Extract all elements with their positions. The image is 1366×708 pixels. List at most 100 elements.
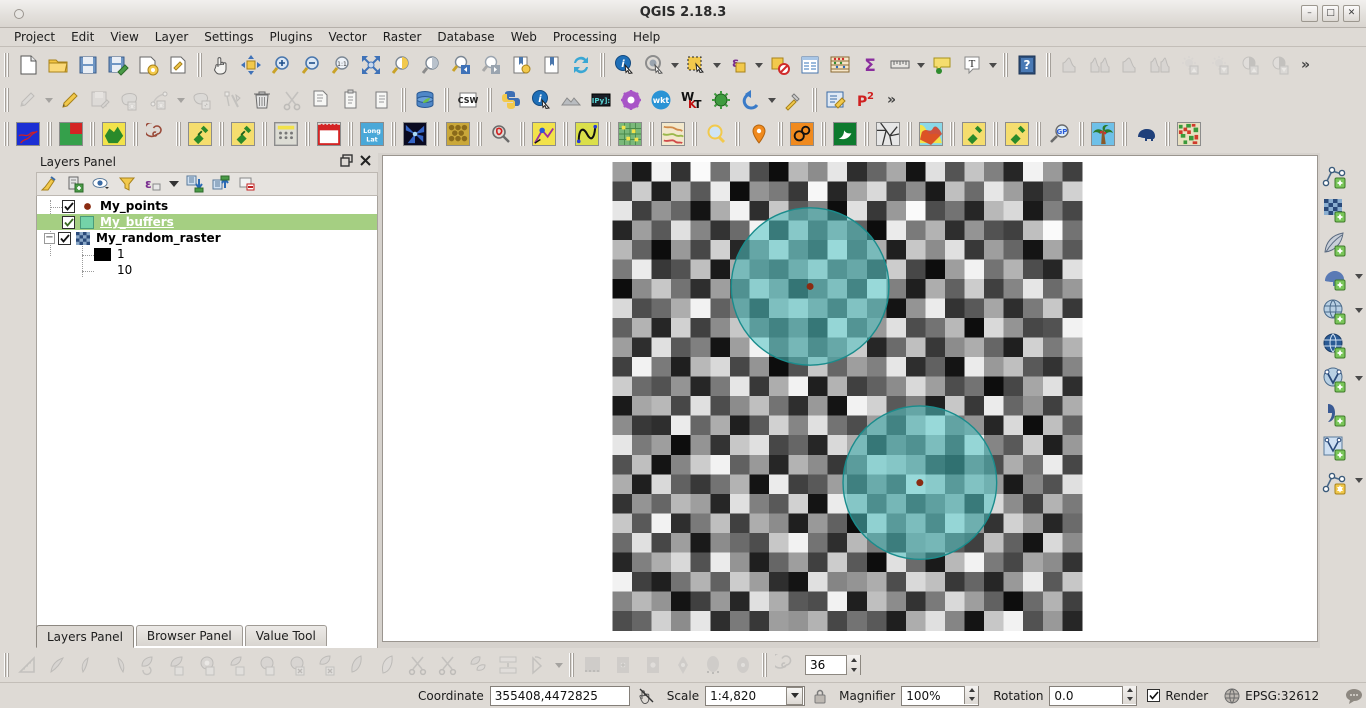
zoom-native-icon[interactable]: 1:1 — [326, 51, 356, 79]
crack-plugin-icon[interactable] — [873, 120, 903, 148]
add-delimited-text-layer-icon[interactable] — [1320, 397, 1366, 431]
open-attribute-table-icon[interactable] — [795, 51, 825, 79]
magnifier-plugin-icon[interactable] — [701, 120, 731, 148]
identify-features-icon[interactable]: i — [609, 51, 639, 79]
layer-row-my-points[interactable]: My_points — [37, 198, 377, 214]
toolbar-grip[interactable] — [304, 122, 311, 146]
spinner-up-icon[interactable] — [1123, 686, 1136, 695]
calculator-plugin-icon[interactable] — [271, 120, 301, 148]
menu-database[interactable]: Database — [429, 29, 502, 45]
toolbar-grip[interactable] — [486, 88, 493, 112]
toolbar-grip[interactable] — [519, 122, 526, 146]
toolbar-grip[interactable] — [3, 88, 10, 112]
zoom-last-icon[interactable] — [446, 51, 476, 79]
rotation-field[interactable]: 0.0 — [1049, 685, 1138, 706]
spinner-up-icon[interactable] — [847, 655, 860, 665]
map-canvas-container[interactable] — [382, 155, 1318, 642]
python-console-icon[interactable] — [496, 86, 526, 114]
new-raster-layer-icon[interactable] — [1320, 193, 1366, 227]
tab-layers-panel[interactable]: Layers Panel — [36, 625, 134, 648]
menu-web[interactable]: Web — [503, 29, 545, 45]
toolbar-grip[interactable] — [562, 122, 569, 146]
add-vector-layer-icon[interactable] — [1320, 363, 1366, 397]
spinner-up-icon[interactable] — [965, 686, 978, 695]
show-bookmarks-icon[interactable] — [536, 51, 566, 79]
toggle-extents-icon[interactable] — [638, 687, 655, 704]
plug-green-icon[interactable] — [959, 120, 989, 148]
select-by-expression-icon[interactable]: ε — [723, 51, 753, 79]
help-contents-icon[interactable]: ? — [1012, 51, 1042, 79]
add-group-icon[interactable] — [63, 173, 87, 195]
toolbar-grip[interactable] — [175, 122, 182, 146]
search-layers-icon[interactable] — [486, 120, 516, 148]
new-spatialite-layer-icon[interactable] — [1320, 227, 1366, 261]
wkt-tools-icon[interactable]: WKT — [676, 86, 706, 114]
spinner-down-icon[interactable] — [965, 695, 978, 704]
toolbar-grip[interactable] — [46, 122, 53, 146]
heatmap-plugin-icon[interactable] — [916, 120, 946, 148]
close-button[interactable]: ✕ — [1343, 5, 1360, 22]
chevron-down-icon[interactable] — [1355, 376, 1363, 381]
remove-layer-icon[interactable] — [235, 173, 259, 195]
plugin-connector-a-icon[interactable] — [185, 120, 215, 148]
expand-all-icon[interactable] — [183, 173, 207, 195]
add-postgis-layer-icon[interactable] — [1320, 261, 1366, 295]
toolbar-grip[interactable] — [1164, 122, 1171, 146]
menu-help[interactable]: Help — [625, 29, 668, 45]
toolbar-grip[interactable] — [568, 653, 575, 677]
current-edits-icon[interactable] — [55, 86, 85, 114]
terrain-map-icon[interactable] — [658, 120, 688, 148]
run-action-caret-icon[interactable] — [669, 51, 681, 79]
rotation-spinner[interactable] — [1122, 685, 1137, 704]
undo-icon[interactable] — [736, 86, 766, 114]
new-print-composer-icon[interactable] — [133, 51, 163, 79]
plugin-builder-icon[interactable] — [778, 86, 808, 114]
lock-scale-icon[interactable] — [813, 688, 827, 704]
layer-row-my-buffers[interactable]: My_buffers — [37, 214, 377, 230]
filter-caret-icon[interactable] — [167, 173, 181, 195]
toolbar-grip[interactable] — [3, 53, 10, 77]
profile-plugin-icon[interactable] — [529, 120, 559, 148]
deselect-features-icon[interactable] — [765, 51, 795, 79]
statistical-summary-icon[interactable]: Σ — [855, 51, 885, 79]
menu-edit[interactable]: Edit — [63, 29, 102, 45]
tab-browser-panel[interactable]: Browser Panel — [135, 625, 243, 646]
layer-visibility-checkbox[interactable] — [58, 231, 71, 245]
tunnel-plugin-icon[interactable] — [400, 120, 430, 148]
new-project-icon[interactable] — [13, 51, 43, 79]
menu-plugins[interactable]: Plugins — [261, 29, 320, 45]
new-shapefile-layer-icon[interactable] — [1320, 159, 1366, 193]
text-annotation-icon[interactable]: T — [957, 51, 987, 79]
zoom-out-icon[interactable] — [296, 51, 326, 79]
map-canvas[interactable] — [383, 156, 1317, 641]
minimize-button[interactable]: – — [1301, 5, 1318, 22]
terrain-profile-icon[interactable] — [556, 86, 586, 114]
menu-layer[interactable]: Layer — [147, 29, 196, 45]
toolbar-grip[interactable] — [1078, 122, 1085, 146]
layer-row-my-random-raster[interactable]: − My_random_raster — [37, 230, 377, 246]
annotation-caret-icon[interactable] — [987, 51, 999, 79]
refresh-icon[interactable] — [566, 51, 596, 79]
lonlat-plugin-icon[interactable]: Long Lat — [357, 120, 387, 148]
map-tips-icon[interactable] — [927, 51, 957, 79]
undo-caret-icon[interactable] — [766, 86, 778, 114]
add-wms-layer-icon[interactable] — [1320, 295, 1366, 329]
magnifier-spinner[interactable] — [964, 685, 979, 704]
toolbar-grip[interactable] — [648, 122, 655, 146]
zoom-to-layer-icon[interactable] — [416, 51, 446, 79]
new-bookmark-icon[interactable] — [506, 51, 536, 79]
zoom-in-icon[interactable] — [266, 51, 296, 79]
chevron-down-icon[interactable] — [1355, 478, 1363, 483]
print-layout-icon[interactable] — [821, 86, 851, 114]
scale-combo[interactable]: 1:4,820 — [705, 685, 806, 706]
ipython-console-icon[interactable]: IPy]: — [586, 86, 616, 114]
toolbar-grip[interactable] — [132, 122, 139, 146]
toolbar-grip[interactable] — [1035, 122, 1042, 146]
layer-visibility-checkbox[interactable] — [62, 215, 75, 229]
save-project-as-icon[interactable] — [103, 51, 133, 79]
toolbar-grip[interactable] — [196, 53, 203, 77]
toolbar-grip[interactable] — [1121, 122, 1128, 146]
coordinate-field[interactable]: 355408,4472825 — [489, 685, 630, 706]
toolbar-grip[interactable] — [476, 122, 483, 146]
manage-visibility-icon[interactable] — [89, 173, 113, 195]
